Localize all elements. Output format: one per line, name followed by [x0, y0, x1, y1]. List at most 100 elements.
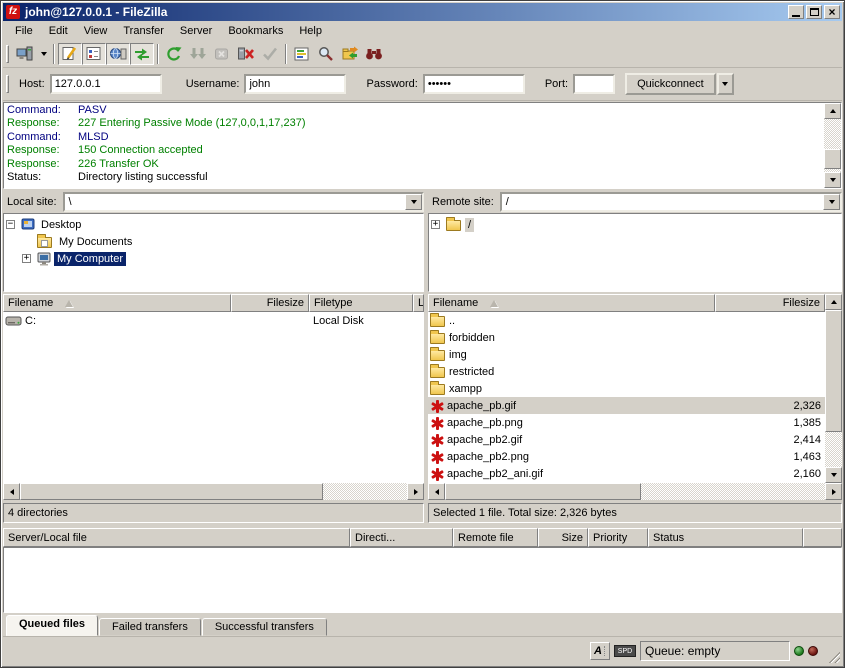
scrollbar-thumb[interactable] — [20, 483, 323, 500]
disconnect-button[interactable] — [234, 43, 258, 65]
local-directory-tree: − Desktop My Documents + — [3, 213, 424, 292]
log-vertical-scrollbar[interactable] — [824, 103, 841, 188]
expand-expander[interactable]: + — [22, 254, 31, 263]
remote-file-row[interactable]: img — [428, 346, 825, 363]
remote-site-combobox[interactable]: / — [500, 192, 842, 212]
remote-file-row[interactable]: apache_pb2.gif2,414 — [428, 431, 825, 448]
host-input[interactable] — [50, 74, 162, 94]
remote-file-row[interactable]: .. — [428, 312, 825, 329]
scroll-up-button[interactable] — [825, 294, 842, 310]
column-header-remote-file[interactable]: Remote file — [453, 528, 538, 547]
image-file-icon — [430, 433, 444, 447]
site-manager-button[interactable] — [13, 43, 37, 65]
filter-icon — [293, 46, 311, 62]
cancel-operation-button[interactable] — [210, 43, 234, 65]
column-header-filetype[interactable]: Filetype — [309, 294, 413, 312]
menu-file[interactable]: File — [7, 23, 41, 39]
quickconnect-dropdown-button[interactable] — [717, 73, 734, 95]
username-input[interactable] — [244, 74, 346, 94]
file-search-button[interactable] — [314, 43, 338, 65]
column-header-priority[interactable]: Priority — [588, 528, 648, 547]
scroll-left-button[interactable] — [3, 483, 20, 500]
log-line: Response:150 Connection accepted — [4, 144, 824, 157]
column-header-filesize[interactable]: Filesize — [715, 294, 825, 312]
column-header-size[interactable]: Size — [538, 528, 588, 547]
menu-bookmarks[interactable]: Bookmarks — [220, 23, 291, 39]
menu-help[interactable]: Help — [291, 23, 330, 39]
minimize-button[interactable] — [788, 5, 804, 19]
local-treeview-toggle-button[interactable] — [82, 43, 106, 65]
reconnect-button[interactable] — [258, 43, 282, 65]
scroll-left-button[interactable] — [428, 483, 445, 500]
menu-server[interactable]: Server — [172, 23, 220, 39]
tree-item-root[interactable]: + / — [431, 216, 841, 233]
expand-expander[interactable]: + — [431, 220, 440, 229]
local-site-label: Local site: — [3, 196, 63, 208]
column-header-last-modified[interactable]: L — [413, 294, 424, 312]
scrollbar-thumb[interactable] — [445, 483, 641, 500]
tab-failed-transfers[interactable]: Failed transfers — [99, 618, 201, 636]
menu-transfer[interactable]: Transfer — [115, 23, 172, 39]
resize-grip[interactable] — [826, 649, 840, 663]
column-header-filename[interactable]: Filename — [3, 294, 231, 312]
column-header-filename[interactable]: Filename — [428, 294, 715, 312]
scrollbar-thumb[interactable] — [825, 310, 842, 432]
remote-file-row[interactable]: forbidden — [428, 329, 825, 346]
toolbar-grip[interactable] — [6, 45, 9, 63]
menu-edit[interactable]: Edit — [41, 23, 76, 39]
folder-icon — [430, 384, 445, 395]
remote-file-row[interactable]: apache_pb2.png1,463 — [428, 448, 825, 465]
local-horizontal-scrollbar[interactable] — [3, 483, 424, 500]
remote-list-body: .. forbidden img restricted xampp apache… — [428, 312, 825, 483]
column-header-filesize[interactable]: Filesize — [231, 294, 309, 312]
image-file-icon — [430, 399, 444, 413]
scroll-up-button[interactable] — [824, 103, 841, 119]
folder-icon — [430, 367, 445, 378]
close-button[interactable]: × — [824, 5, 840, 19]
local-site-combobox[interactable]: \ — [63, 192, 424, 212]
collapse-expander[interactable]: − — [6, 220, 15, 229]
remote-file-row[interactable]: restricted — [428, 363, 825, 380]
remote-horizontal-scrollbar[interactable] — [428, 483, 842, 500]
local-list-body: C: Local Disk — [3, 312, 424, 483]
scroll-right-button[interactable] — [825, 483, 842, 500]
filename-filters-button[interactable] — [290, 43, 314, 65]
transfer-queue-toggle-button[interactable] — [130, 43, 154, 65]
column-header-status[interactable]: Status — [648, 528, 803, 547]
site-manager-dropdown-button[interactable] — [37, 43, 50, 65]
remote-site-dropdown-button[interactable] — [823, 194, 840, 210]
local-site-dropdown-button[interactable] — [405, 194, 422, 210]
directory-comparison-button[interactable] — [362, 43, 386, 65]
scroll-down-button[interactable] — [824, 172, 841, 188]
remote-file-row[interactable]: apache_pb2_ani.gif2,160 — [428, 465, 825, 482]
tree-item-my-documents[interactable]: My Documents — [6, 233, 423, 250]
remote-treeview-toggle-button[interactable] — [106, 43, 130, 65]
scroll-down-button[interactable] — [825, 467, 842, 483]
tab-successful-transfers[interactable]: Successful transfers — [202, 618, 327, 636]
quickconnect-button[interactable]: Quickconnect — [625, 73, 716, 95]
column-header-direction[interactable]: Directi... — [350, 528, 453, 547]
tree-item-desktop[interactable]: − Desktop — [6, 216, 423, 233]
remote-file-row[interactable]: apache_pb.png1,385 — [428, 414, 825, 431]
port-input[interactable] — [573, 74, 615, 94]
tab-queued-files[interactable]: Queued files — [6, 615, 98, 636]
menu-view[interactable]: View — [76, 23, 116, 39]
message-log-toggle-button[interactable] — [58, 43, 82, 65]
remote-vertical-scrollbar[interactable] — [825, 294, 842, 483]
queue-body[interactable] — [3, 547, 842, 613]
maximize-button[interactable] — [806, 5, 822, 19]
quickconnect-grip[interactable] — [6, 75, 9, 93]
remote-file-row[interactable]: xampp — [428, 380, 825, 397]
scrollbar-thumb[interactable] — [824, 149, 841, 169]
local-file-row[interactable]: C: Local Disk — [3, 312, 424, 329]
remote-list-header: Filename Filesize — [428, 294, 825, 312]
column-header-server-local-file[interactable]: Server/Local file — [3, 528, 350, 547]
tree-item-my-computer[interactable]: + My Computer — [6, 250, 423, 267]
refresh-button[interactable] — [162, 43, 186, 65]
password-input[interactable] — [423, 74, 525, 94]
process-queue-button[interactable] — [186, 43, 210, 65]
remote-file-row-selected[interactable]: apache_pb.gif2,326 — [428, 397, 825, 414]
triangle-left-icon — [435, 489, 439, 495]
synchronized-browsing-button[interactable] — [338, 43, 362, 65]
scroll-right-button[interactable] — [407, 483, 424, 500]
